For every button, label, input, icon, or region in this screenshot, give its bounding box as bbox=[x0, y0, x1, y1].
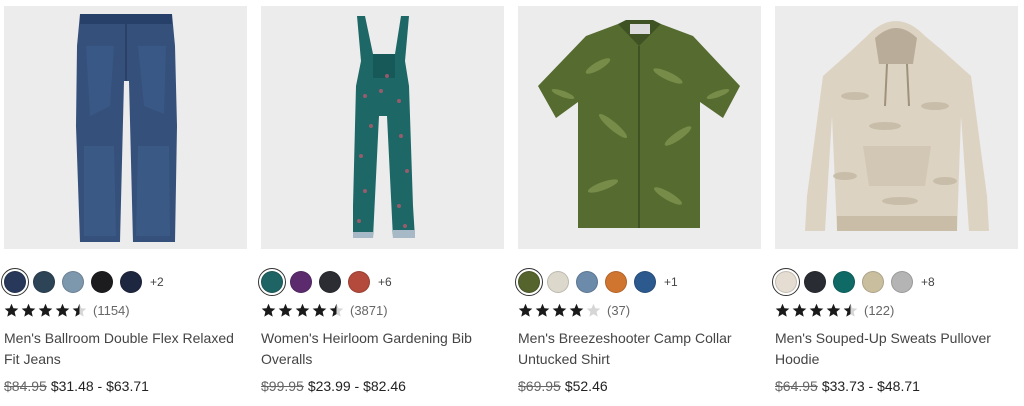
star-full-icon bbox=[21, 303, 36, 317]
color-swatch[interactable] bbox=[862, 271, 884, 293]
star-empty-icon bbox=[586, 303, 601, 317]
rating[interactable]: (1154) bbox=[4, 300, 247, 320]
star-full-icon bbox=[518, 303, 533, 317]
color-swatch[interactable] bbox=[547, 271, 569, 293]
price: $69.95 $52.46 bbox=[518, 378, 761, 394]
star-full-icon bbox=[809, 303, 824, 317]
color-swatch[interactable] bbox=[634, 271, 656, 293]
color-swatch[interactable] bbox=[290, 271, 312, 293]
color-swatch[interactable] bbox=[605, 271, 627, 293]
original-price: $64.95 bbox=[775, 378, 818, 394]
color-swatch[interactable] bbox=[772, 268, 800, 296]
star-rating bbox=[518, 303, 603, 318]
original-price: $84.95 bbox=[4, 378, 47, 394]
review-count: (37) bbox=[607, 302, 631, 318]
product-name-link[interactable]: Men's Ballroom Double Flex Relaxed Fit J… bbox=[4, 328, 247, 370]
price: $99.95 $23.99 - $82.46 bbox=[261, 378, 504, 394]
sale-price: $31.48 - $63.71 bbox=[50, 378, 149, 394]
product-card: +2 (1154) Men's Ballroom Double Flex Rel… bbox=[1, 6, 247, 394]
original-price: $69.95 bbox=[518, 378, 561, 394]
color-swatch[interactable] bbox=[258, 268, 286, 296]
star-full-icon bbox=[826, 303, 841, 317]
star-rating bbox=[261, 303, 346, 318]
star-full-icon bbox=[38, 303, 53, 317]
color-swatch[interactable] bbox=[804, 271, 826, 293]
original-price: $99.95 bbox=[261, 378, 304, 394]
star-full-icon bbox=[792, 303, 807, 317]
overalls-image[interactable] bbox=[261, 6, 504, 249]
color-swatch[interactable] bbox=[576, 271, 598, 293]
product-name-link[interactable]: Women's Heirloom Gardening Bib Overalls bbox=[261, 328, 504, 370]
star-full-icon bbox=[55, 303, 70, 317]
star-half-icon bbox=[843, 303, 858, 317]
product-card: +6 (3871) Women's Heirloom Gardening Bib… bbox=[258, 6, 504, 394]
rating[interactable]: (122) bbox=[775, 300, 1018, 320]
sale-price: $23.99 - $82.46 bbox=[307, 378, 406, 394]
product-name-link[interactable]: Men's Souped-Up Sweats Pullover Hoodie bbox=[775, 328, 1018, 370]
review-count: (122) bbox=[864, 302, 895, 318]
color-swatches: +2 bbox=[1, 268, 247, 296]
color-swatch[interactable] bbox=[319, 271, 341, 293]
color-swatches: +6 bbox=[258, 268, 504, 296]
product-name-link[interactable]: Men's Breezeshooter Camp Collar Untucked… bbox=[518, 328, 761, 370]
more-colors-link[interactable]: +1 bbox=[664, 275, 678, 289]
sale-price: $52.46 bbox=[564, 378, 608, 394]
star-full-icon bbox=[261, 303, 276, 317]
more-colors-link[interactable]: +6 bbox=[378, 275, 392, 289]
review-count: (1154) bbox=[93, 302, 130, 318]
rating[interactable]: (37) bbox=[518, 300, 761, 320]
color-swatch[interactable] bbox=[348, 271, 370, 293]
star-half-icon bbox=[72, 303, 87, 317]
color-swatch[interactable] bbox=[91, 271, 113, 293]
star-full-icon bbox=[552, 303, 567, 317]
camp-shirt-image[interactable] bbox=[518, 6, 761, 249]
rating[interactable]: (3871) bbox=[261, 300, 504, 320]
star-full-icon bbox=[569, 303, 584, 317]
color-swatch[interactable] bbox=[120, 271, 142, 293]
price: $64.95 $33.73 - $48.71 bbox=[775, 378, 1018, 394]
star-full-icon bbox=[312, 303, 327, 317]
star-rating bbox=[4, 303, 89, 318]
color-swatch[interactable] bbox=[62, 271, 84, 293]
price: $84.95 $31.48 - $63.71 bbox=[4, 378, 247, 394]
hoodie-image[interactable] bbox=[775, 6, 1018, 249]
color-swatch[interactable] bbox=[833, 271, 855, 293]
star-rating bbox=[775, 303, 860, 318]
more-colors-link[interactable]: +8 bbox=[921, 275, 935, 289]
color-swatches: +8 bbox=[772, 268, 1018, 296]
product-card: +1 (37) Men's Breezeshooter Camp Collar … bbox=[515, 6, 761, 394]
star-full-icon bbox=[4, 303, 19, 317]
product-grid: +2 (1154) Men's Ballroom Double Flex Rel… bbox=[0, 0, 1024, 406]
star-full-icon bbox=[295, 303, 310, 317]
star-half-icon bbox=[329, 303, 344, 317]
more-colors-link[interactable]: +2 bbox=[150, 275, 164, 289]
color-swatch[interactable] bbox=[515, 268, 543, 296]
star-full-icon bbox=[278, 303, 293, 317]
color-swatch[interactable] bbox=[1, 268, 29, 296]
star-full-icon bbox=[775, 303, 790, 317]
star-full-icon bbox=[535, 303, 550, 317]
color-swatch[interactable] bbox=[33, 271, 55, 293]
product-card: +8 (122) Men's Souped-Up Sweats Pullover… bbox=[772, 6, 1018, 394]
color-swatches: +1 bbox=[515, 268, 761, 296]
sale-price: $33.73 - $48.71 bbox=[821, 378, 920, 394]
color-swatch[interactable] bbox=[891, 271, 913, 293]
review-count: (3871) bbox=[350, 302, 388, 318]
jeans-image[interactable] bbox=[4, 6, 247, 249]
